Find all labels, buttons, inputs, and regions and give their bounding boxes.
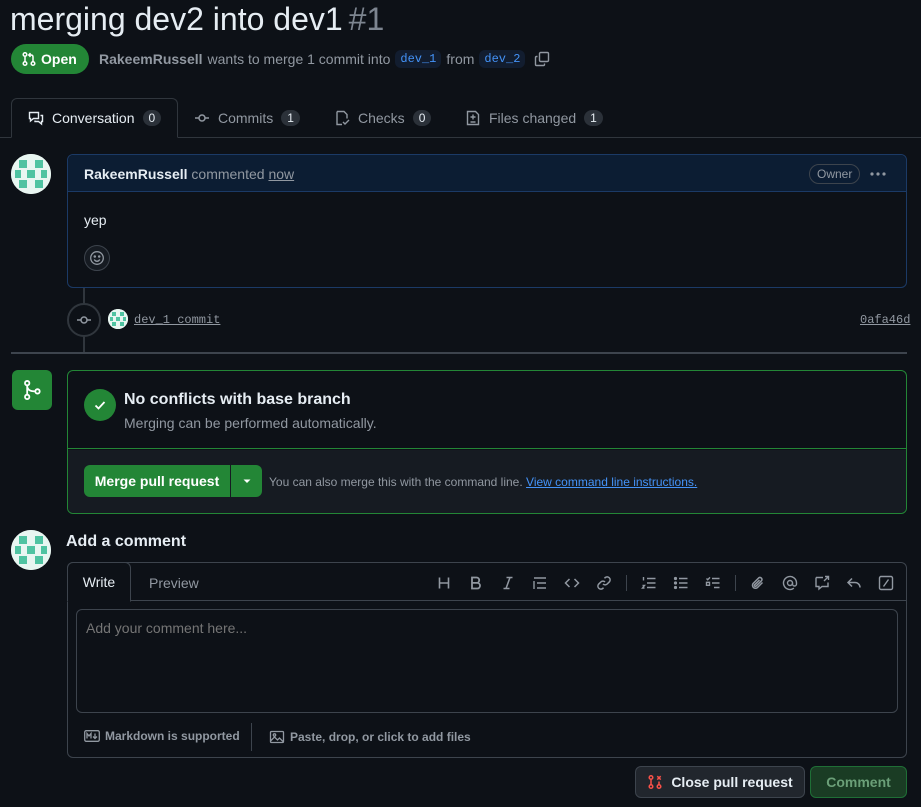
reply-icon[interactable] bbox=[838, 573, 870, 593]
commit-message-link[interactable]: dev_1 commit bbox=[134, 313, 220, 327]
commit-sha-link[interactable]: 0afa46d bbox=[860, 313, 910, 327]
image-icon bbox=[269, 729, 285, 745]
kebab-menu-icon[interactable] bbox=[868, 164, 888, 184]
tab-commits[interactable]: Commits 1 bbox=[178, 98, 316, 138]
attach-note: Paste, drop, or click to add files bbox=[290, 730, 471, 744]
formatting-toolbar bbox=[428, 573, 902, 593]
slash-command-icon[interactable] bbox=[870, 573, 902, 593]
merge-status-title: No conflicts with base branch bbox=[124, 391, 351, 408]
git-commit-icon bbox=[67, 303, 101, 337]
tab-files-changed[interactable]: Files changed 1 bbox=[449, 98, 619, 138]
footer-divider bbox=[251, 723, 252, 751]
link-icon[interactable] bbox=[588, 573, 620, 593]
toolbar-divider bbox=[626, 575, 627, 591]
comment-timestamp-link[interactable]: now bbox=[268, 166, 294, 182]
tab-counter: 0 bbox=[412, 110, 432, 126]
add-reaction-icon[interactable] bbox=[84, 245, 110, 271]
commit-author-avatar[interactable] bbox=[108, 309, 128, 329]
code-icon[interactable] bbox=[556, 573, 588, 593]
pr-number: #1 bbox=[348, 1, 385, 37]
comment-author-link[interactable]: RakeemRussell bbox=[84, 166, 188, 182]
comment-header: RakeemRussell commented now Owner bbox=[68, 155, 906, 192]
tab-label: Checks bbox=[358, 110, 405, 126]
caret-down-icon bbox=[242, 476, 252, 486]
bold-icon[interactable] bbox=[460, 573, 492, 593]
file-diff-icon bbox=[465, 110, 481, 126]
tab-checks[interactable]: Checks 0 bbox=[318, 98, 447, 138]
toolbar-divider bbox=[735, 575, 736, 591]
merge-status: No conflicts with base branch Merging ca… bbox=[68, 371, 906, 449]
quote-icon[interactable] bbox=[524, 573, 556, 593]
tab-label: Files changed bbox=[489, 110, 577, 126]
close-pr-label: Close pull request bbox=[671, 774, 793, 790]
tab-label: Commits bbox=[218, 110, 274, 126]
check-icon bbox=[84, 389, 116, 421]
merge-pull-request-button[interactable]: Merge pull request bbox=[84, 465, 230, 497]
avatar[interactable] bbox=[11, 154, 51, 194]
pr-title: merging dev2 into dev1 bbox=[10, 1, 343, 37]
base-branch-link[interactable]: dev_1 bbox=[395, 50, 442, 68]
avatar[interactable] bbox=[11, 530, 51, 570]
pr-state-label: Open bbox=[41, 51, 77, 67]
git-merge-icon bbox=[12, 370, 52, 410]
merge-note-text: You can also merge this with the command… bbox=[269, 475, 523, 489]
mention-icon[interactable] bbox=[774, 573, 806, 593]
close-pull-request-button[interactable]: Close pull request bbox=[635, 766, 805, 798]
head-branch-link[interactable]: dev_2 bbox=[479, 50, 526, 68]
merge-method-dropdown[interactable] bbox=[231, 465, 262, 497]
markdown-note: Markdown is supported bbox=[105, 729, 240, 743]
tab-counter: 1 bbox=[281, 110, 300, 126]
page-title: merging dev2 into dev1 #1 bbox=[10, 0, 384, 38]
comment-discussion-icon bbox=[28, 110, 44, 126]
comment-meta: RakeemRussell commented now bbox=[84, 166, 294, 182]
comment-submit-button[interactable]: Comment bbox=[810, 766, 907, 798]
merge-panel: No conflicts with base branch Merging ca… bbox=[67, 370, 907, 514]
comment-card: RakeemRussell commented now Owner yep bbox=[67, 154, 907, 288]
add-comment-heading: Add a comment bbox=[66, 533, 187, 550]
task-list-icon[interactable] bbox=[697, 573, 729, 593]
tab-write[interactable]: Write bbox=[67, 562, 131, 602]
command-line-instructions-link[interactable]: View command line instructions. bbox=[526, 475, 697, 489]
git-pull-request-closed-icon bbox=[647, 774, 663, 790]
pr-state-badge: Open bbox=[11, 44, 89, 74]
comment-editor: Write Preview Add your comment here... M… bbox=[67, 562, 907, 758]
comment-body: yep bbox=[84, 212, 107, 228]
italic-icon[interactable] bbox=[492, 573, 524, 593]
heading-icon[interactable] bbox=[428, 573, 460, 593]
markdown-supported-link[interactable]: Markdown is supported bbox=[84, 729, 240, 743]
markdown-icon bbox=[84, 730, 100, 742]
ordered-list-icon[interactable] bbox=[633, 573, 665, 593]
tab-counter: 1 bbox=[584, 110, 603, 126]
editor-footer: Markdown is supported Paste, drop, or cl… bbox=[68, 721, 906, 757]
merge-actions: Merge pull request You can also merge th… bbox=[68, 450, 906, 513]
comment-action: commented bbox=[191, 166, 265, 182]
pr-summary: RakeemRussell wants to merge 1 commit in… bbox=[99, 48, 550, 70]
attach-files-button[interactable]: Paste, drop, or click to add files bbox=[269, 729, 471, 745]
git-commit-icon bbox=[194, 110, 210, 126]
checklist-icon bbox=[334, 110, 350, 126]
pr-summary-text: wants to merge 1 commit into bbox=[207, 51, 391, 67]
paperclip-icon[interactable] bbox=[742, 573, 774, 593]
tab-preview[interactable]: Preview bbox=[149, 563, 199, 602]
tab-counter: 0 bbox=[142, 110, 161, 126]
editor-header: Write Preview bbox=[67, 562, 906, 602]
pr-author-link[interactable]: RakeemRussell bbox=[99, 51, 203, 67]
comment-textarea[interactable] bbox=[76, 609, 898, 713]
from-text: from bbox=[446, 51, 475, 67]
merge-status-subtitle: Merging can be performed automatically. bbox=[124, 415, 377, 431]
copy-icon[interactable] bbox=[534, 51, 550, 67]
cross-reference-icon[interactable] bbox=[806, 573, 838, 593]
git-pull-request-icon bbox=[21, 51, 37, 67]
owner-badge: Owner bbox=[809, 164, 861, 184]
unordered-list-icon[interactable] bbox=[665, 573, 697, 593]
tab-label: Conversation bbox=[52, 110, 135, 126]
tab-conversation[interactable]: Conversation 0 bbox=[11, 98, 178, 138]
merge-command-line-note: You can also merge this with the command… bbox=[269, 475, 697, 489]
timeline-divider bbox=[11, 352, 907, 354]
